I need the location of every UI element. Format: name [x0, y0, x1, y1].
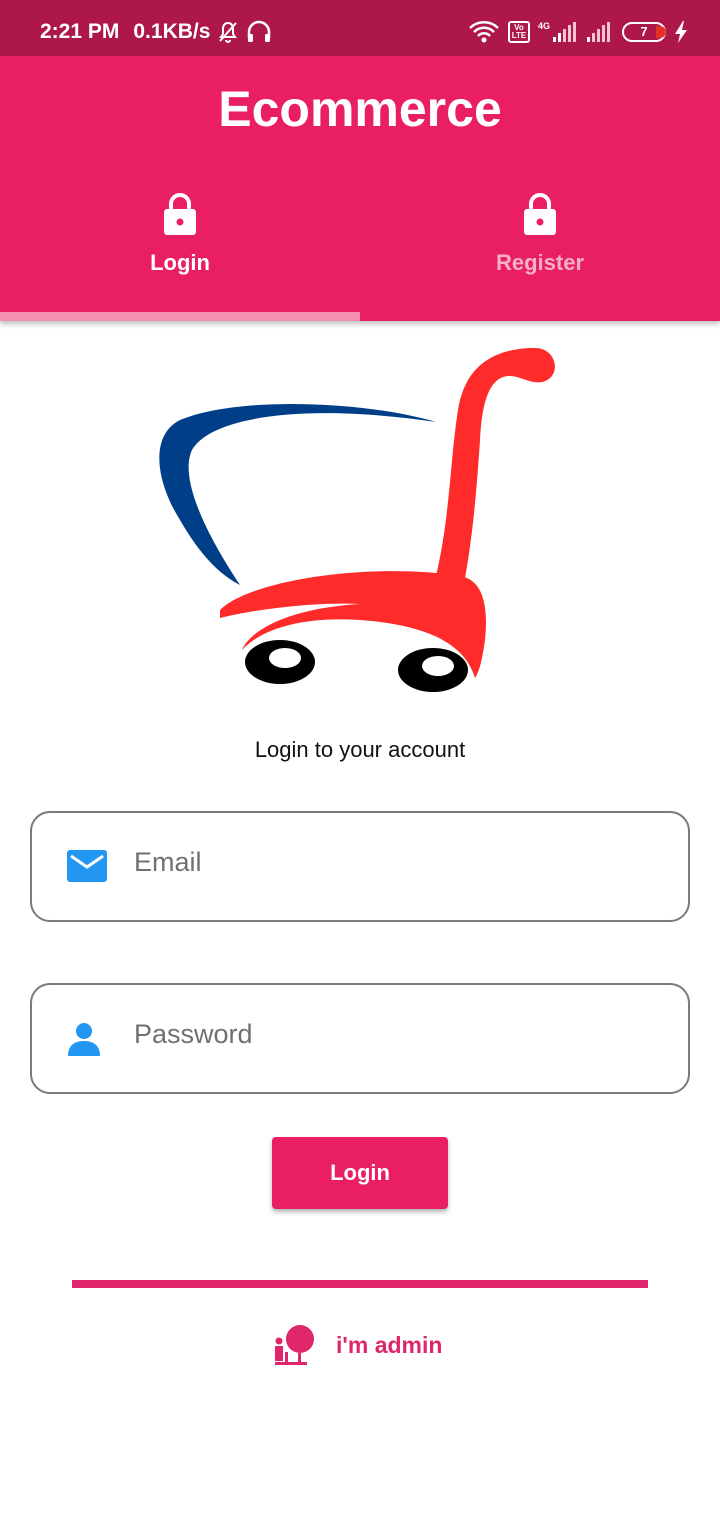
email-input[interactable]: [134, 837, 654, 887]
lock-icon: [524, 193, 556, 235]
battery-icon: 7: [622, 22, 666, 42]
app-title: Ecommerce: [218, 81, 502, 137]
admin-person-icon: [275, 1325, 314, 1365]
status-bar: 2:21 PM 0.1KB/s Vo LTE 4G 7: [0, 0, 720, 56]
signal-2-icon: [587, 22, 610, 42]
password-field[interactable]: [30, 983, 690, 1094]
login-subtitle: Login to your account: [254, 737, 466, 762]
signal-icon: [553, 22, 576, 42]
divider: [72, 1280, 648, 1288]
tab-register-label: Register: [495, 250, 585, 275]
tab-register[interactable]: Register: [360, 190, 720, 321]
status-right: Vo LTE 4G 7: [460, 20, 688, 44]
status-left: 2:21 PM 0.1KB/s: [40, 20, 272, 44]
email-icon: [67, 850, 107, 882]
email-field[interactable]: [30, 811, 690, 922]
app-bar: Ecommerce Login Register: [0, 56, 720, 321]
tab-login-label: Login: [150, 250, 210, 275]
admin-link[interactable]: i'm admin: [272, 1322, 442, 1368]
headphones-icon: [248, 20, 271, 42]
network-speed: 0.1KB/s: [133, 20, 211, 43]
login-button[interactable]: Login: [272, 1137, 448, 1209]
wifi-icon: [469, 21, 499, 43]
lock-icon: [164, 193, 196, 235]
admin-link-label: i'm admin: [336, 1331, 443, 1358]
person-icon: [68, 1023, 100, 1056]
charging-bolt-icon: [675, 21, 687, 43]
password-input[interactable]: [134, 1009, 654, 1059]
network-type: 4G: [537, 21, 550, 31]
signal-4g: 4G: [538, 21, 578, 43]
mute-bell-icon: [219, 21, 238, 43]
volte-badge: Vo LTE: [507, 21, 530, 43]
tab-login[interactable]: Login: [0, 190, 360, 321]
tab-indicator: [0, 312, 360, 321]
shopping-cart-logo: [159, 348, 555, 692]
status-time: 2:21 PM: [40, 20, 120, 43]
